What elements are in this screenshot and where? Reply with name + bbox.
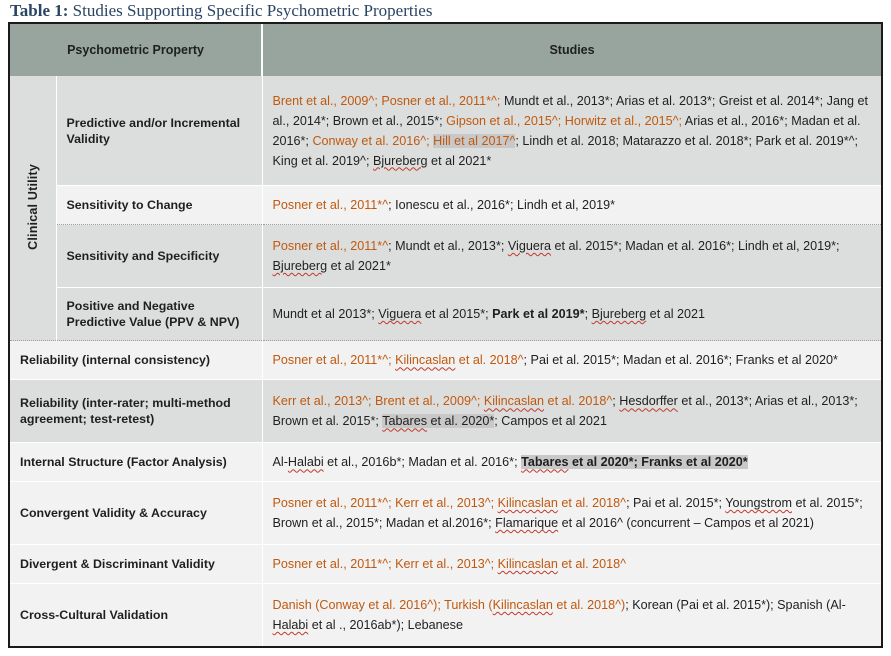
caption-number: Table 1: xyxy=(10,1,69,20)
citation-run: et al ., 2016ab*); Lebanese xyxy=(308,618,463,633)
citation-run: Al- xyxy=(272,455,288,470)
citation-run: Kilincaslan xyxy=(492,598,553,613)
citation-run: Halabi xyxy=(272,618,309,633)
citation-run: et al 2020*; Franks et al 2020* xyxy=(568,455,748,470)
table-row: Clinical Utility Predictive and/or Incre… xyxy=(10,76,882,341)
property-label: Divergent & Discriminant Validity xyxy=(10,544,263,584)
group-label-text: Clinical Utility xyxy=(25,163,40,250)
table-row: Divergent & Discriminant Validity Posner… xyxy=(10,544,882,584)
table-row: Sensitivity and Specificity Posner et al… xyxy=(10,224,882,288)
citation-run: et al 2021* xyxy=(327,259,391,274)
table-row: Reliability (internal consistency) Posne… xyxy=(10,340,882,380)
property-label: Predictive and/or Incremental Validity xyxy=(56,76,263,186)
studies-cell: Mundt et al 2013*; Viguera et al 2015*; … xyxy=(262,286,882,341)
table-header: Psychometric Property Studies xyxy=(10,24,882,76)
citation-run: Bjureberg xyxy=(272,259,328,274)
citation-run: Tabares xyxy=(382,414,428,429)
table-row: Sensitivity to Change Posner et al., 201… xyxy=(10,185,882,225)
table-row: Positive and Negative Predictive Value (… xyxy=(10,286,882,341)
citation-run: Conway et al. 2016^; xyxy=(312,133,434,148)
citation-run: Mundt et al 2013*; xyxy=(272,307,379,322)
group-label-clinical-utility: Clinical Utility xyxy=(10,76,57,341)
studies-cell: Kerr et al., 2013^; Brent et al., 2009^;… xyxy=(262,379,882,443)
table-row: Cross-Cultural Validation Danish (Conway… xyxy=(10,583,882,646)
table-body: Clinical Utility Predictive and/or Incre… xyxy=(10,76,882,646)
citation-run: Kilincaslan xyxy=(497,496,558,511)
citation-run: Posner et al., 2011*^; Kerr et al., 2013… xyxy=(272,496,498,511)
citation-run: Viguera xyxy=(507,239,552,254)
citation-run: et al 2016^ (concurrent – Campos et al 2… xyxy=(558,516,814,531)
citation-run: et al. 2018^ xyxy=(544,394,613,409)
citation-run: Bjureberg xyxy=(372,153,428,168)
citation-run: et al. 2018^) xyxy=(552,598,626,613)
citation-run: et al. 2018^ xyxy=(557,496,627,511)
citation-run: ; Ionescu et al., 2016*; Lindh et al, 20… xyxy=(388,198,615,213)
citation-run: Hill et al 2017^ xyxy=(433,133,516,148)
studies-cell: Posner et al., 2011*^; Kilincaslan et al… xyxy=(262,340,882,380)
citation-run: Hesdorffer xyxy=(619,394,678,409)
property-label: Internal Structure (Factor Analysis) xyxy=(10,442,263,482)
citation-run: et al. 2020* xyxy=(427,414,495,429)
citation-run: Posner et al., 2011*^; Kerr et al., 2013… xyxy=(272,557,498,572)
citation-run: Gipson et al., 2015^; Horwitz et al., 20… xyxy=(446,113,685,128)
citation-run: Posner et al., 2011*^; xyxy=(272,353,396,368)
citation-run: Posner et al., 2011*^ xyxy=(272,198,389,213)
property-label: Sensitivity and Specificity xyxy=(56,224,263,288)
citation-run: Bjureberg xyxy=(591,307,647,322)
table-row: Internal Structure (Factor Analysis) Al-… xyxy=(10,442,882,482)
citation-run: et al. 2018^ xyxy=(455,353,524,368)
citation-run: et al. 2015*; Madan et al. 2016*; Lindh … xyxy=(551,239,840,254)
table-caption: Table 1: Studies Supporting Specific Psy… xyxy=(0,0,891,22)
table-row: Convergent Validity & Accuracy Posner et… xyxy=(10,481,882,545)
citation-run: Kilincaslan xyxy=(395,353,456,368)
caption-text: Studies Supporting Specific Psychometric… xyxy=(68,1,433,20)
header-psychometric-property: Psychometric Property xyxy=(10,24,264,76)
studies-cell: Posner et al., 2011*^; Mundt et al., 201… xyxy=(262,224,882,288)
citation-run: Posner et al., 2011*^ xyxy=(272,239,389,254)
citation-run: Kilincaslan xyxy=(497,557,558,572)
property-label: Reliability (internal consistency) xyxy=(10,340,263,380)
studies-cell: Posner et al., 2011*^; Kerr et al., 2013… xyxy=(262,481,882,545)
citation-run: Brent et al., 2009^; Posner et al., 2011… xyxy=(272,93,504,108)
property-label: Sensitivity to Change xyxy=(56,185,263,225)
citation-run: et al 2015*; xyxy=(421,307,493,322)
citation-run: ; xyxy=(584,307,592,322)
studies-cell: Posner et al., 2011*^; Kerr et al., 2013… xyxy=(262,544,882,584)
citation-run: Kerr et al., 2013^; Brent et al., 2009^; xyxy=(272,394,484,409)
property-label: Positive and Negative Predictive Value (… xyxy=(56,286,263,341)
citation-run: et al 2021 xyxy=(646,307,706,322)
citation-run: Flamarique xyxy=(495,516,559,531)
citation-run: Tabares xyxy=(521,455,569,470)
property-label: Cross-Cultural Validation xyxy=(10,583,263,646)
citation-run: ; Pai et al. 2015*; xyxy=(626,496,726,511)
citation-run: Park et al 2019* xyxy=(492,307,585,322)
citation-run: ; Mundt et al., 2013*; xyxy=(388,239,508,254)
psychometric-properties-table: Psychometric Property Studies Clinical U… xyxy=(10,24,882,646)
psychometric-table-container: Psychometric Property Studies Clinical U… xyxy=(8,22,883,648)
studies-cell: Danish (Conway et al. 2016^); Turkish (K… xyxy=(262,583,882,646)
citation-run: et al. 2018^ xyxy=(557,557,627,572)
citation-run: Danish (Conway et al. 2016^); Turkish ( xyxy=(272,598,493,613)
studies-cell: Posner et al., 2011*^; Ionescu et al., 2… xyxy=(262,185,882,225)
studies-cell: Al-Halabi et al., 2016b*; Madan et al. 2… xyxy=(262,442,882,482)
citation-run: et al 2021* xyxy=(427,153,492,168)
citation-run: ; Korean (Pai et al. 2015*); Spanish (Al… xyxy=(625,598,846,613)
table-row: Reliability (inter-rater; multi-method a… xyxy=(10,379,882,443)
citation-run: et al., 2016b*; Madan et al. 2016*; xyxy=(323,455,522,470)
citation-run: Halabi xyxy=(287,455,324,470)
citation-run: Viguera xyxy=(378,307,422,322)
citation-run: Kilincaslan xyxy=(483,394,545,409)
header-row: Psychometric Property Studies xyxy=(10,24,882,76)
property-label: Reliability (inter-rater; multi-method a… xyxy=(10,379,263,443)
citation-run: ; Pai et al. 2015*; Madan et al. 2016*; … xyxy=(523,353,838,368)
citation-run: Youngstrom xyxy=(725,496,793,511)
citation-run: ; Campos et al 2021 xyxy=(494,414,607,429)
header-studies: Studies xyxy=(262,24,882,76)
property-label: Convergent Validity & Accuracy xyxy=(10,481,263,545)
studies-cell: Brent et al., 2009^; Posner et al., 2011… xyxy=(262,76,882,186)
